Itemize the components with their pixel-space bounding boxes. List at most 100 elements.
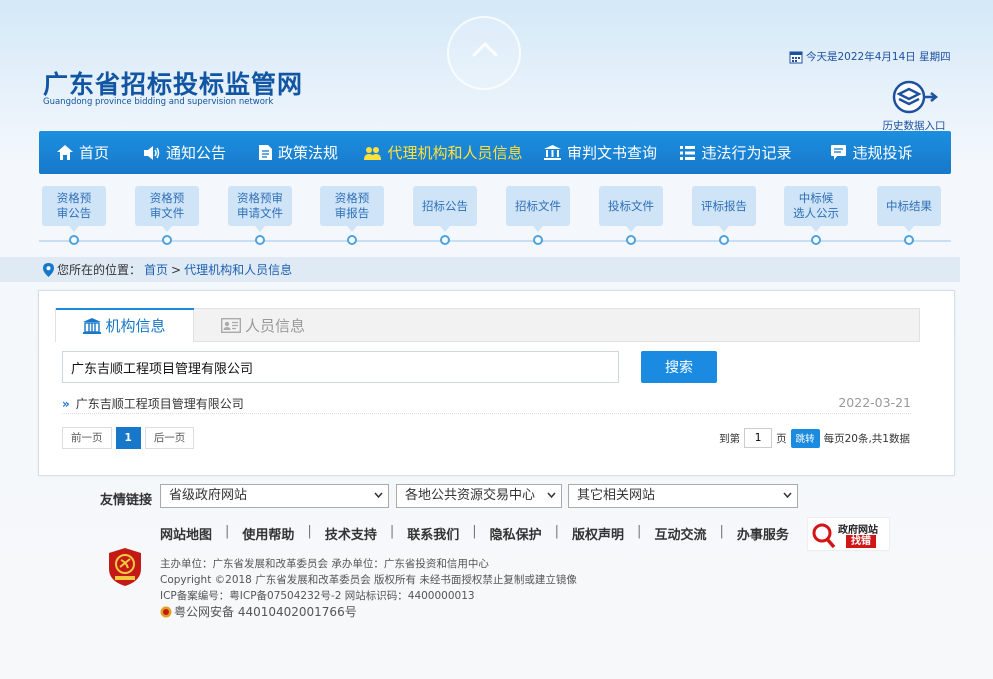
goto-suffix: 页: [776, 432, 787, 445]
nav-violation[interactable]: 违法行为记录: [669, 131, 803, 174]
page-summary: 每页20条,共1数据: [823, 432, 910, 445]
nav-judgment-label: 审判文书查询: [566, 144, 657, 162]
search-button[interactable]: 搜索: [641, 351, 717, 383]
gov-badge-action: 找错: [846, 535, 876, 548]
id-card-icon: [220, 318, 241, 333]
footer-link-help[interactable]: 使用帮助: [242, 524, 294, 543]
footer-info: 主办单位：广东省发展和改革委员会 承办单位：广东省投资和信用中心 Copyrig…: [160, 556, 577, 620]
step-prequal-notice[interactable]: 资格预 审公告: [42, 186, 106, 232]
footer-link-sitemap[interactable]: 网站地图: [160, 524, 212, 543]
page-number-button[interactable]: 1: [115, 427, 141, 449]
result-title-link[interactable]: 广东吉顺工程项目管理有限公司: [76, 395, 244, 412]
list-item[interactable]: » 广东吉顺工程项目管理有限公司 2022-03-21: [62, 394, 911, 414]
footer-link-privacy[interactable]: 隐私保护: [490, 524, 542, 543]
search-input[interactable]: [62, 351, 619, 383]
step-label: 资格预: [56, 191, 92, 205]
trading-center-select[interactable]: 各地公共资源交易中心: [396, 484, 562, 508]
building-icon: [83, 317, 102, 334]
footer-link-interaction[interactable]: 互动交流: [654, 524, 706, 543]
magnifier-icon: [812, 523, 836, 549]
double-chevron-right-icon: »: [62, 396, 70, 411]
friend-links-label: 友情链接: [100, 493, 153, 508]
prev-page-button[interactable]: 前一页: [62, 427, 112, 449]
nav-home[interactable]: 首页: [39, 131, 127, 174]
step-label: 资格预: [334, 191, 370, 205]
tab-agency-info-label: 机构信息: [105, 317, 166, 335]
chevron-down-icon: [547, 492, 556, 499]
breadcrumb-current[interactable]: 代理机构和人员信息: [184, 261, 292, 278]
chevron-down-icon: [783, 492, 792, 499]
link-separator: |: [472, 524, 477, 539]
other-sites-select[interactable]: 其它相关网站: [568, 484, 798, 508]
history-data-icon: [892, 80, 939, 114]
breadcrumb-prefix: 您所在的位置：: [57, 263, 142, 277]
next-page-button[interactable]: 后一页: [144, 427, 195, 449]
speaker-icon: [143, 145, 160, 160]
step-bid-file[interactable]: 投标文件: [599, 186, 663, 232]
site-title[interactable]: 广东省招标投标监管网: [43, 70, 303, 100]
copyright-text: Copyright ©2018 广东省发展和改革委员会 版权所有 未经书面授权禁…: [160, 574, 577, 586]
tab-agency-info[interactable]: 机构信息: [56, 308, 194, 342]
step-label: 招标公告: [422, 198, 468, 213]
jump-button[interactable]: 跳转: [790, 428, 820, 448]
nav-violation-label: 违法行为记录: [701, 144, 792, 162]
gov-badge-title: 政府网站: [838, 525, 878, 536]
document-icon: [258, 145, 272, 160]
footer-links: 网站地图 | 使用帮助 | 技术支持 | 联系我们 | 隐私保护 | 版权声明 | 互动交流…: [160, 524, 789, 543]
link-separator: |: [719, 524, 724, 539]
page-number-input[interactable]: [744, 428, 773, 448]
step-label: 评标报告: [701, 198, 747, 213]
chevron-down-icon: [374, 492, 383, 499]
step-evaluation-report[interactable]: 评标报告: [692, 186, 756, 232]
search-bar: 搜索: [62, 351, 922, 383]
step-dot: [626, 235, 636, 245]
tab-personnel-info[interactable]: 人员信息: [194, 309, 332, 342]
history-data-link[interactable]: 历史数据入口: [875, 80, 953, 133]
icp-info: ICP备案编号：粤ICP备07504232号-2 网站标识码：440000001…: [160, 590, 475, 602]
step-label: 审公告: [56, 206, 92, 220]
footer-link-copyright[interactable]: 版权声明: [572, 524, 624, 543]
nav-home-label: 首页: [78, 144, 109, 162]
nav-notice[interactable]: 通知公告: [127, 131, 242, 174]
step-candidate-notice[interactable]: 中标候 选人公示: [784, 186, 848, 232]
nav-judgment[interactable]: 审判文书查询: [532, 131, 669, 174]
footer-link-tech-support[interactable]: 技术支持: [325, 524, 377, 543]
home-icon: [56, 145, 73, 160]
nav-complaint[interactable]: 违规投诉: [803, 131, 941, 174]
breadcrumb-home-link[interactable]: 首页: [144, 261, 168, 278]
nav-policy[interactable]: 政策法规: [242, 131, 355, 174]
content-panel: 机构信息 人员信息 搜索 » 广东吉顺工程项目管理有限公司 2022-03-21…: [38, 290, 955, 476]
step-label: 中标候: [798, 191, 834, 205]
breadcrumb-separator: >: [171, 262, 182, 277]
step-prequal-report[interactable]: 资格预 审报告: [320, 186, 384, 232]
step-award-result[interactable]: 中标结果: [877, 186, 941, 232]
message-icon: [831, 145, 847, 160]
police-record[interactable]: 粤公网安备 44010402001766号: [160, 604, 577, 620]
step-label: 申请文件: [237, 206, 283, 220]
goto-prefix: 到第: [719, 432, 741, 445]
breadcrumb: 您所在的位置： 首页 > 代理机构和人员信息: [0, 257, 960, 282]
step-tender-notice[interactable]: 招标公告: [413, 186, 477, 232]
provincial-gov-sites-select[interactable]: 省级政府网站: [160, 484, 389, 508]
link-separator: |: [389, 524, 395, 539]
footer-link-services[interactable]: 办事服务: [737, 524, 789, 543]
people-icon: [364, 146, 382, 160]
step-dot: [440, 235, 450, 245]
tab-personnel-info-label: 人员信息: [244, 317, 305, 335]
nav-agency-info[interactable]: 代理机构和人员信息: [355, 131, 532, 174]
result-date: 2022-03-21: [838, 395, 911, 410]
step-prequal-application[interactable]: 资格预审 申请文件: [228, 186, 292, 232]
link-separator: |: [307, 524, 312, 539]
step-dot: [69, 235, 79, 245]
step-label: 审文件: [149, 206, 185, 220]
step-tender-file[interactable]: 招标文件: [506, 186, 570, 232]
info-tabs: 机构信息 人员信息: [55, 308, 920, 342]
link-separator: |: [225, 524, 230, 539]
step-dot: [904, 235, 914, 245]
footer-link-contact[interactable]: 联系我们: [407, 524, 459, 543]
gov-site-error-report-badge[interactable]: 政府网站 找错: [807, 517, 890, 551]
step-prequal-file[interactable]: 资格预 审文件: [135, 186, 199, 232]
step-label: 审报告: [334, 206, 370, 220]
step-label: 招标文件: [515, 198, 561, 213]
sponsor-info: 主办单位：广东省发展和改革委员会 承办单位：广东省投资和信用中心: [160, 558, 489, 570]
